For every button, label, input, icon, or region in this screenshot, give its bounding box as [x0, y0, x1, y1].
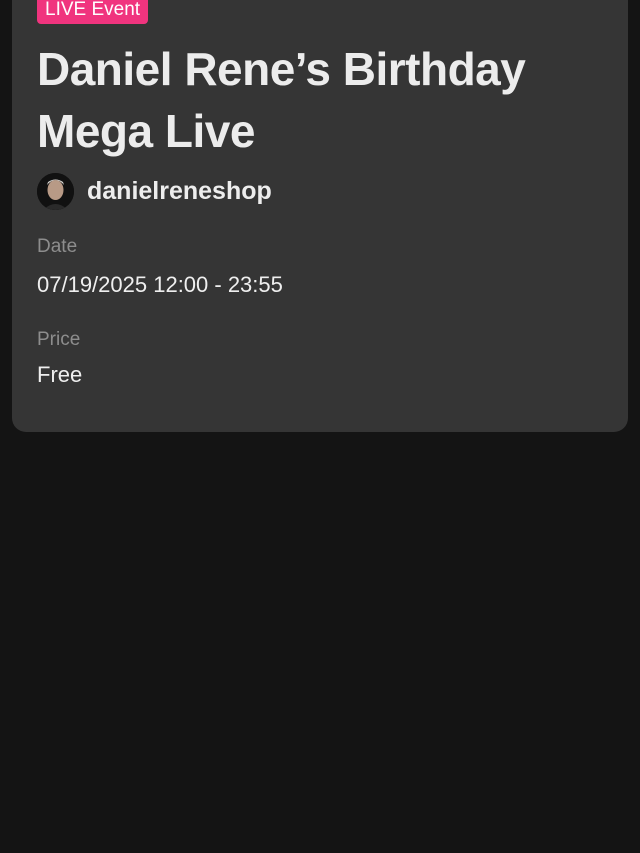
date-value: 07/19/2025 12:00 - 23:55 [37, 272, 283, 297]
event-title: Daniel Rene’s Birthday Mega Live [37, 43, 526, 157]
user-avatar-icon [37, 172, 74, 210]
live-event-badge: LIVE Event [37, 0, 149, 24]
host-row[interactable]: danielreneshop [37, 172, 272, 210]
price-value: Free [37, 362, 83, 387]
date-label: Date [37, 236, 78, 257]
price-label: Price [37, 329, 81, 350]
avatar[interactable] [37, 172, 74, 210]
host-username[interactable]: danielreneshop [87, 177, 272, 206]
